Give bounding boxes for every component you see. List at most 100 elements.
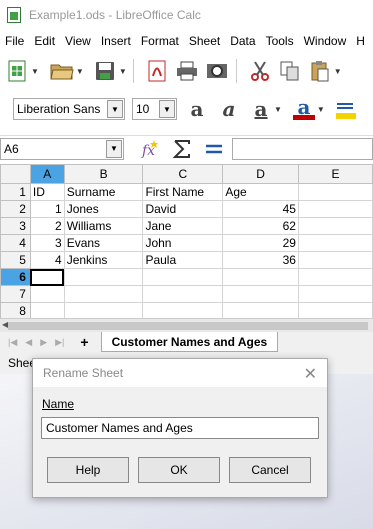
paste-icon[interactable]	[307, 58, 333, 84]
row-header[interactable]: 8	[0, 302, 31, 320]
cut-icon[interactable]	[247, 58, 273, 84]
row-header[interactable]: 7	[0, 285, 31, 303]
cell[interactable]: David	[142, 200, 224, 218]
chevron-down-icon[interactable]: ▼	[159, 100, 175, 118]
menu-help[interactable]: H	[351, 34, 370, 48]
cell[interactable]: 4	[29, 251, 65, 269]
sheet-name-input[interactable]: Customer Names and Ages	[41, 417, 319, 439]
cell[interactable]: Jenkins	[63, 251, 144, 269]
cell[interactable]: 45	[222, 200, 299, 218]
cell[interactable]: Jane	[142, 217, 224, 235]
cell[interactable]: 3	[29, 234, 65, 252]
row-header[interactable]: 4	[0, 234, 31, 252]
cell[interactable]	[297, 268, 373, 286]
help-button[interactable]: Help	[47, 457, 129, 483]
cell[interactable]: 36	[222, 251, 299, 269]
cell[interactable]	[63, 268, 144, 286]
menu-format[interactable]: Format	[136, 34, 184, 48]
cell[interactable]: Paula	[142, 251, 224, 269]
menu-sheet[interactable]: Sheet	[184, 34, 225, 48]
cell[interactable]: 62	[222, 217, 299, 235]
close-icon[interactable]: ✕	[304, 364, 317, 384]
cell[interactable]	[297, 183, 373, 201]
save-icon[interactable]	[92, 58, 118, 84]
tab-customer-names-and-ages[interactable]: Customer Names and Ages	[100, 332, 279, 352]
save-dropdown-arrow[interactable]: ▼	[119, 67, 127, 76]
function-wizard-icon[interactable]: fx	[138, 137, 162, 161]
column-header-b[interactable]: B	[63, 164, 144, 184]
chevron-down-icon[interactable]: ▼	[107, 100, 123, 118]
formula-input[interactable]	[232, 137, 373, 160]
cell[interactable]	[29, 285, 65, 303]
tab-first-icon[interactable]: |◀	[8, 337, 17, 348]
open-folder-icon[interactable]	[49, 58, 75, 84]
open-dropdown-arrow[interactable]: ▼	[76, 67, 84, 76]
cell[interactable]	[29, 302, 65, 320]
new-dropdown-arrow[interactable]: ▼	[31, 67, 39, 76]
menu-tools[interactable]: Tools	[261, 34, 299, 48]
cancel-button[interactable]: Cancel	[229, 457, 311, 483]
underline-icon[interactable]: a	[249, 97, 273, 121]
sum-icon[interactable]	[170, 137, 194, 161]
row-header[interactable]: 5	[0, 251, 31, 269]
active-cell[interactable]	[29, 268, 65, 286]
row-header[interactable]: 2	[0, 200, 31, 218]
row-header[interactable]: 3	[0, 217, 31, 235]
cell[interactable]	[142, 302, 224, 320]
copy-icon[interactable]	[277, 58, 303, 84]
tab-next-icon[interactable]: ▶	[40, 337, 47, 348]
cell[interactable]	[142, 268, 224, 286]
cell[interactable]: Evans	[63, 234, 144, 252]
cell[interactable]	[297, 200, 373, 218]
cell[interactable]: Jones	[63, 200, 144, 218]
underline-dropdown-arrow[interactable]: ▼	[274, 105, 282, 114]
paste-dropdown-arrow[interactable]: ▼	[334, 67, 342, 76]
cell[interactable]: Williams	[63, 217, 144, 235]
menu-file[interactable]: File	[0, 34, 29, 48]
cell[interactable]: ID	[29, 183, 65, 201]
menu-window[interactable]: Window	[299, 34, 352, 48]
menu-data[interactable]: Data	[225, 34, 260, 48]
cell[interactable]: Age	[222, 183, 299, 201]
print-preview-icon[interactable]	[204, 58, 230, 84]
cell[interactable]: John	[142, 234, 224, 252]
cell[interactable]: 29	[222, 234, 299, 252]
italic-icon[interactable]: a	[217, 97, 241, 121]
cell[interactable]	[63, 302, 144, 320]
menu-insert[interactable]: Insert	[96, 34, 136, 48]
select-all-corner[interactable]	[0, 164, 31, 184]
name-box[interactable]: A6 ▼	[0, 137, 124, 160]
cell[interactable]	[297, 302, 373, 320]
menu-edit[interactable]: Edit	[29, 34, 60, 48]
column-header-d[interactable]: D	[222, 164, 299, 184]
menu-view[interactable]: View	[60, 34, 96, 48]
cell[interactable]	[142, 285, 224, 303]
highlight-color-icon[interactable]	[333, 97, 357, 121]
column-header-a[interactable]: A	[29, 164, 65, 184]
row-header[interactable]: 6	[0, 268, 31, 286]
cell[interactable]	[297, 251, 373, 269]
font-color-icon[interactable]: a	[292, 97, 316, 121]
add-sheet-button[interactable]: +	[80, 334, 88, 350]
bold-icon[interactable]: a	[185, 97, 209, 121]
cell[interactable]: Surname	[63, 183, 144, 201]
tab-last-icon[interactable]: ▶|	[55, 337, 64, 348]
cell[interactable]	[297, 234, 373, 252]
cell[interactable]	[63, 285, 144, 303]
chevron-down-icon[interactable]: ▼	[106, 139, 122, 158]
font-name-combobox[interactable]: Liberation Sans ▼	[13, 98, 125, 120]
row-header[interactable]: 1	[0, 183, 31, 201]
tab-prev-icon[interactable]: ◀	[25, 337, 32, 348]
cell[interactable]: 1	[29, 200, 65, 218]
formula-equals-icon[interactable]	[202, 137, 226, 161]
cell[interactable]	[222, 268, 299, 286]
column-header-e[interactable]: E	[297, 164, 373, 184]
cell[interactable]: First Name	[142, 183, 224, 201]
cell[interactable]	[222, 285, 299, 303]
cell[interactable]	[297, 285, 373, 303]
font-size-combobox[interactable]: 10 ▼	[132, 98, 177, 120]
cell[interactable]: 2	[29, 217, 65, 235]
ok-button[interactable]: OK	[138, 457, 220, 483]
print-icon[interactable]	[174, 58, 200, 84]
scrollbar-thumb[interactable]	[8, 322, 368, 330]
